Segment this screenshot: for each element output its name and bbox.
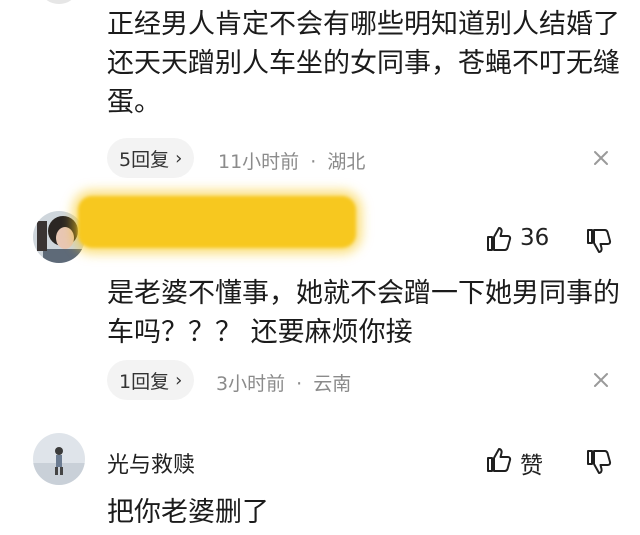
replies-button[interactable]: 5回复 › [107,138,195,178]
thumbs-up-icon[interactable] [486,226,512,252]
replies-label: 5回复 [119,148,170,171]
thumbs-up-icon[interactable] [486,447,512,473]
comment-meta: 11小时前 · 湖北 [218,147,365,174]
meta-separator: · [310,151,317,173]
replies-button[interactable]: 1回复 › [107,360,195,400]
thumbs-down-icon[interactable] [586,449,612,475]
chevron-right-icon: › [175,147,183,169]
close-icon[interactable] [592,371,610,389]
close-icon[interactable] [592,149,610,167]
username-redaction [78,196,356,248]
username[interactable]: 光与救赎 [107,447,195,479]
comment-text-line: 车吗？？？ 还要麻烦你接 [107,317,413,348]
comment-time: 11小时前 [218,151,300,173]
comment-text-line: 蛋。 [107,87,161,118]
comment-text-line: 把你老婆删了 [107,497,269,528]
comment-text-line: 还天天蹭别人车坐的女同事，苍蝇不叮无缝 [107,48,620,79]
comment-text-line: 正经男人肯定不会有哪些明知道别人结婚了 [107,9,620,40]
comment-time: 3小时前 [216,373,286,395]
thumbs-down-icon[interactable] [586,228,612,254]
like-label: 赞 [520,453,543,479]
replies-label: 1回复 [119,370,170,393]
like-count: 36 [520,225,550,251]
avatar-image [33,433,85,485]
chevron-right-icon: › [175,369,183,391]
avatar[interactable] [42,0,76,4]
comment-meta: 3小时前 · 云南 [216,369,351,396]
avatar[interactable] [33,433,85,485]
meta-separator: · [296,373,303,395]
comment-text-line: 是老婆不懂事，她就不会蹭一下她男同事的 [107,278,620,309]
comment-location: 云南 [313,373,352,395]
comment-location: 湖北 [327,151,366,173]
